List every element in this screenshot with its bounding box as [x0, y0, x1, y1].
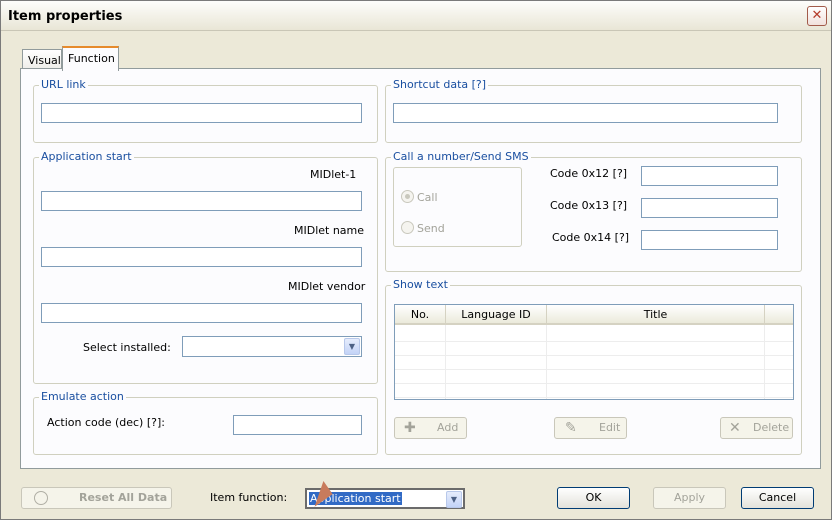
add-button-label: Add — [437, 421, 459, 434]
shortcut-data-legend: Shortcut data [?] — [391, 78, 489, 91]
delete-button-label: Delete — [753, 421, 790, 434]
reset-all-data-button[interactable]: Reset All Data — [21, 487, 172, 509]
edit-button[interactable]: ✎ Edit — [554, 417, 627, 439]
language-titles-table[interactable]: No. Language ID Title — [394, 304, 794, 400]
apply-button[interactable]: Apply — [653, 487, 726, 509]
select-installed-dropdown[interactable]: ▼ — [182, 336, 362, 357]
close-icon[interactable]: ✕ — [807, 6, 827, 26]
item-properties-dialog: Item properties ✕ Visual Function URL li… — [0, 0, 832, 520]
item-function-label: Item function: — [210, 491, 288, 504]
call-send-sms-group: Call a number/Send SMS Call Send Code 0x… — [385, 150, 802, 272]
table-row[interactable] — [395, 383, 793, 398]
midlet-vendor-input[interactable] — [41, 303, 362, 323]
add-button[interactable]: ✚ Add — [394, 417, 467, 439]
function-panel: URL link Shortcut data [?] Application s… — [20, 68, 821, 469]
emulate-action-group: Emulate action Action code (dec) [?]: — [33, 390, 378, 455]
plus-icon: ✚ — [404, 420, 416, 436]
url-link-legend: URL link — [39, 78, 88, 91]
code-0x13-input[interactable] — [641, 198, 778, 218]
column-header-filler — [765, 305, 793, 325]
table-row[interactable] — [395, 369, 793, 384]
code-0x14-input[interactable] — [641, 230, 778, 250]
column-header-title[interactable]: Title — [547, 305, 765, 325]
shortcut-data-group: Shortcut data [?] — [385, 78, 802, 143]
url-link-group: URL link — [33, 78, 378, 143]
call-radio-label: Call — [417, 191, 438, 204]
shortcut-data-input[interactable] — [393, 103, 778, 123]
cancel-button[interactable]: Cancel — [741, 487, 814, 509]
ok-button[interactable]: OK — [557, 487, 630, 509]
chevron-down-icon[interactable]: ▼ — [446, 491, 462, 508]
show-text-legend: Show text — [391, 278, 450, 291]
edit-button-label: Edit — [599, 421, 621, 434]
table-row[interactable] — [395, 355, 793, 370]
column-header-no[interactable]: No. — [395, 305, 446, 325]
send-radio[interactable] — [401, 221, 414, 234]
show-text-group: Show text No. Language ID Title ✚ Add ✎ … — [385, 278, 802, 455]
send-radio-label: Send — [417, 222, 445, 235]
chevron-down-icon[interactable]: ▼ — [344, 338, 360, 355]
delete-button[interactable]: ✕ Delete — [720, 417, 793, 439]
reset-icon — [34, 491, 48, 505]
code-0x14-label: Code 0x14 [?] — [552, 231, 630, 244]
tab-function[interactable]: Function — [62, 46, 119, 71]
code-0x12-input[interactable] — [641, 166, 778, 186]
application-start-legend: Application start — [39, 150, 134, 163]
url-link-input[interactable] — [41, 103, 362, 123]
midlet1-label: MIDlet-1 — [310, 168, 357, 181]
code-0x12-label: Code 0x12 [?] — [550, 167, 628, 180]
midlet1-input[interactable] — [41, 191, 362, 211]
call-send-radio-box: Call Send — [393, 167, 522, 247]
action-code-label: Action code (dec) [?]: — [47, 416, 165, 429]
delete-icon: ✕ — [729, 420, 741, 436]
midlet-name-label: MIDlet name — [294, 224, 365, 237]
select-installed-label: Select installed: — [83, 341, 171, 354]
code-0x13-label: Code 0x13 [?] — [550, 199, 628, 212]
midlet-name-input[interactable] — [41, 247, 362, 267]
application-start-group: Application start MIDlet-1 MIDlet name M… — [33, 150, 378, 384]
column-header-language-id[interactable]: Language ID — [446, 305, 547, 325]
window-title: Item properties — [8, 9, 123, 24]
title-bar: Item properties ✕ — [1, 1, 831, 31]
call-radio[interactable] — [401, 190, 414, 203]
midlet-vendor-label: MIDlet vendor — [288, 280, 366, 293]
call-send-sms-legend: Call a number/Send SMS — [391, 150, 531, 163]
action-code-input[interactable] — [233, 415, 362, 435]
edit-icon: ✎ — [565, 420, 577, 436]
emulate-action-legend: Emulate action — [39, 390, 126, 403]
table-row[interactable] — [395, 327, 793, 342]
table-row[interactable] — [395, 341, 793, 356]
reset-all-data-label: Reset All Data — [79, 491, 168, 504]
